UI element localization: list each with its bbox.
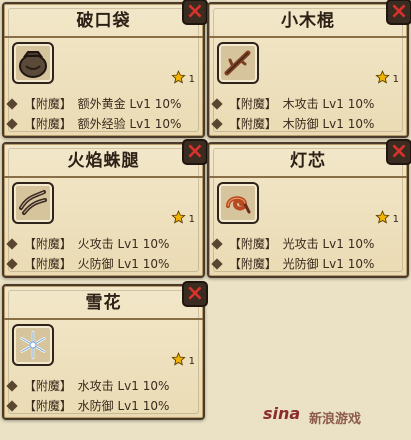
enchant-row: 【附魔】 额外经验 Lv1 10% xyxy=(6,114,195,134)
sina-logo: sina xyxy=(263,404,301,423)
close-button[interactable]: × xyxy=(386,0,411,25)
bullet-icon xyxy=(6,258,18,270)
enchant-desc: 水攻击 Lv1 10% xyxy=(77,379,170,393)
enchant-row: 【附魔】 光攻击 Lv1 10% xyxy=(211,234,399,254)
enchant-desc: 额外黄金 Lv1 10% xyxy=(77,97,182,111)
bullet-icon xyxy=(6,98,18,110)
enchant-row: 【附魔】 木攻击 Lv1 10% xyxy=(211,94,399,114)
enchant-row: 【附魔】 光防御 Lv1 10% xyxy=(211,254,399,274)
star-icon xyxy=(171,70,186,84)
enchant-row: 【附魔】 水攻击 Lv1 10% xyxy=(6,376,195,396)
enchant-row: 【附魔】 木防御 Lv1 10% xyxy=(211,114,399,134)
bag-icon xyxy=(12,42,54,84)
item-level: 1 xyxy=(188,214,195,225)
enchant-row: 【附魔】 火防御 Lv1 10% xyxy=(6,254,195,274)
watermark-text: 新浪游戏 xyxy=(309,412,362,427)
enchant-desc: 火防御 Lv1 10% xyxy=(77,257,170,271)
enchant-tag: 【附魔】 xyxy=(228,97,277,111)
snowflake-icon xyxy=(12,324,54,366)
close-button[interactable]: × xyxy=(386,139,411,165)
item-card-small-stick: 小木棍 × 1 【附魔】 木攻击 Lv1 10% 【附魔】 木防御 Lv1 10… xyxy=(207,0,411,138)
star-icon xyxy=(375,70,390,84)
bullet-icon xyxy=(211,98,223,110)
bullet-icon xyxy=(211,238,223,250)
enchant-desc: 水防御 Lv1 10% xyxy=(77,399,170,413)
item-card-broken-bag: 破口袋 × 1 【附魔】 额外黄金 Lv1 10% 【附魔】 额外经验 Lv1 … xyxy=(2,0,208,138)
card-title: 破口袋 xyxy=(4,6,203,38)
enchant-desc: 木防御 Lv1 10% xyxy=(282,117,375,131)
enchant-row: 【附魔】 额外黄金 Lv1 10% xyxy=(6,94,195,114)
spider-leg-icon xyxy=(12,182,54,224)
enchant-desc: 额外经验 Lv1 10% xyxy=(77,117,182,131)
item-card-wick: 灯芯 × 1 【附魔】 光攻击 Lv1 10% 【附魔】 光防御 Lv1 10% xyxy=(207,139,411,278)
bullet-icon xyxy=(6,118,18,130)
star-icon xyxy=(171,352,186,366)
enchant-tag: 【附魔】 xyxy=(23,257,72,271)
enchant-tag: 【附魔】 xyxy=(228,237,277,251)
enchant-tag: 【附魔】 xyxy=(23,117,72,131)
enchant-desc: 光防御 Lv1 10% xyxy=(282,257,375,271)
bullet-icon xyxy=(6,400,18,412)
enchant-tag: 【附魔】 xyxy=(23,399,72,413)
enchant-tag: 【附魔】 xyxy=(23,97,72,111)
item-level: 1 xyxy=(188,74,195,85)
item-level: 1 xyxy=(392,74,399,85)
enchant-tag: 【附魔】 xyxy=(228,257,277,271)
enchant-tag: 【附魔】 xyxy=(23,379,72,393)
bullet-icon xyxy=(6,238,18,250)
bullet-icon xyxy=(211,118,223,130)
stick-icon xyxy=(217,42,259,84)
watermark: sina 新浪游戏 xyxy=(263,404,403,430)
close-button[interactable]: × xyxy=(182,139,208,165)
star-icon xyxy=(171,210,186,224)
card-title: 灯芯 xyxy=(209,146,407,178)
bullet-icon xyxy=(211,258,223,270)
enchant-row: 【附魔】 水防御 Lv1 10% xyxy=(6,396,195,416)
enchant-desc: 火攻击 Lv1 10% xyxy=(77,237,170,251)
enchant-desc: 木攻击 Lv1 10% xyxy=(282,97,375,111)
enchant-desc: 光攻击 Lv1 10% xyxy=(282,237,375,251)
item-card-flame-spider-leg: 火焰蛛腿 × 1 【附魔】 火攻击 Lv1 10% 【附魔】 火防御 Lv1 1… xyxy=(2,139,208,278)
item-level: 1 xyxy=(392,214,399,225)
star-icon xyxy=(375,210,390,224)
close-button[interactable]: × xyxy=(182,0,208,25)
item-level: 1 xyxy=(188,356,195,367)
enchant-tag: 【附魔】 xyxy=(23,237,72,251)
item-card-snowflake: 雪花 × 1 【附魔】 水攻击 Lv1 10% 【附魔】 水防御 Lv1 10% xyxy=(2,281,208,420)
bullet-icon xyxy=(6,380,18,392)
wick-icon xyxy=(217,182,259,224)
card-title: 雪花 xyxy=(4,288,203,320)
card-title: 火焰蛛腿 xyxy=(4,146,203,178)
close-button[interactable]: × xyxy=(182,281,208,307)
enchant-row: 【附魔】 火攻击 Lv1 10% xyxy=(6,234,195,254)
enchant-tag: 【附魔】 xyxy=(228,117,277,131)
card-title: 小木棍 xyxy=(209,6,407,38)
